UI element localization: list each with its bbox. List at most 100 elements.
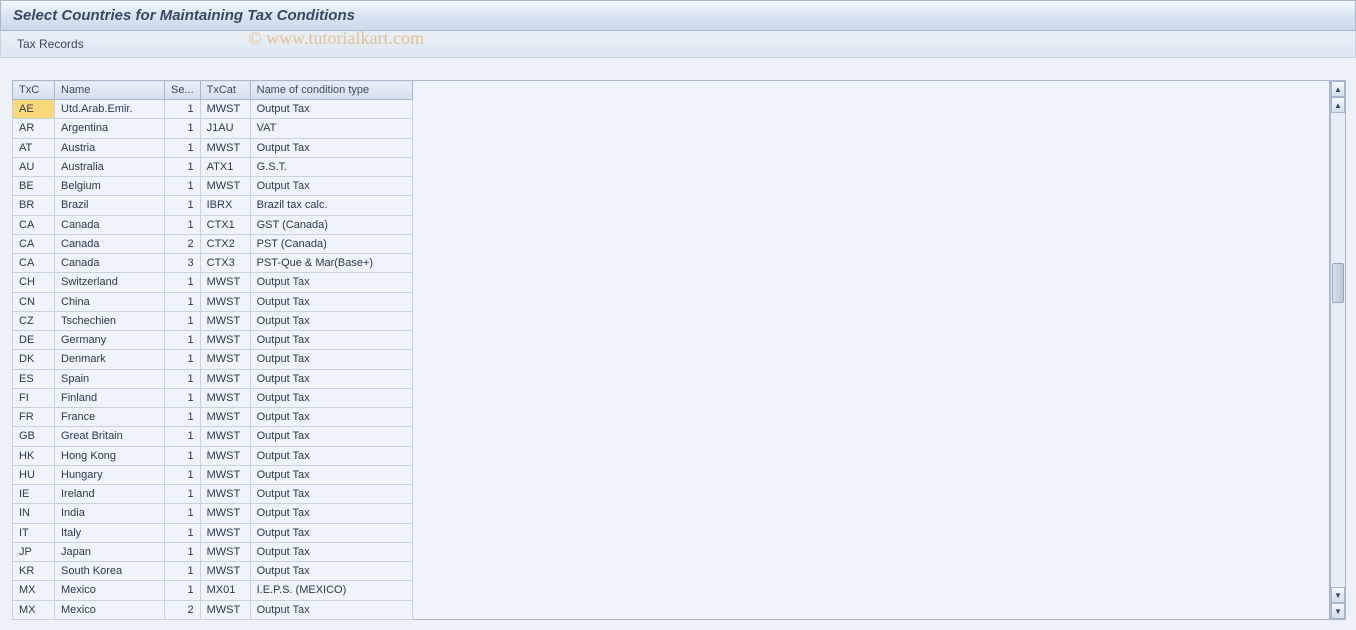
- cell-txc[interactable]: BE: [13, 177, 55, 196]
- cell-txc[interactable]: JP: [13, 542, 55, 561]
- cell-se[interactable]: 1: [165, 542, 201, 561]
- table-row[interactable]: MXMexico2MWSTOutput Tax: [13, 600, 413, 620]
- cell-txcat[interactable]: CTX1: [200, 215, 250, 234]
- cell-se[interactable]: 1: [165, 388, 201, 407]
- cell-txcat[interactable]: MWST: [200, 138, 250, 157]
- table-row[interactable]: FIFinland1MWSTOutput Tax: [13, 388, 413, 407]
- cell-txc[interactable]: IN: [13, 504, 55, 523]
- table-row[interactable]: KRSouth Korea1MWSTOutput Tax: [13, 562, 413, 581]
- cell-se[interactable]: 1: [165, 100, 201, 119]
- scroll-down-button-2[interactable]: ▼: [1331, 587, 1345, 603]
- cell-condname[interactable]: Output Tax: [250, 311, 412, 330]
- cell-condname[interactable]: Output Tax: [250, 100, 412, 119]
- cell-txc[interactable]: FR: [13, 408, 55, 427]
- table-row[interactable]: BRBrazil1IBRXBrazil tax calc.: [13, 196, 413, 215]
- cell-txc[interactable]: HK: [13, 446, 55, 465]
- cell-name[interactable]: Hungary: [55, 465, 165, 484]
- cell-se[interactable]: 1: [165, 331, 201, 350]
- cell-txcat[interactable]: MWST: [200, 350, 250, 369]
- cell-txcat[interactable]: MWST: [200, 562, 250, 581]
- cell-txc[interactable]: BR: [13, 196, 55, 215]
- cell-txc[interactable]: IE: [13, 485, 55, 504]
- cell-name[interactable]: Tschechien: [55, 311, 165, 330]
- cell-condname[interactable]: Output Tax: [250, 177, 412, 196]
- cell-txc[interactable]: MX: [13, 600, 55, 620]
- cell-txcat[interactable]: MWST: [200, 600, 250, 620]
- table-row[interactable]: IEIreland1MWSTOutput Tax: [13, 485, 413, 504]
- cell-txcat[interactable]: MWST: [200, 427, 250, 446]
- cell-condname[interactable]: Output Tax: [250, 331, 412, 350]
- cell-se[interactable]: 1: [165, 350, 201, 369]
- cell-txc[interactable]: HU: [13, 465, 55, 484]
- cell-txc[interactable]: CN: [13, 292, 55, 311]
- col-header-se[interactable]: Se...: [165, 81, 201, 100]
- cell-condname[interactable]: Output Tax: [250, 504, 412, 523]
- cell-name[interactable]: Mexico: [55, 581, 165, 600]
- cell-txcat[interactable]: MWST: [200, 273, 250, 292]
- cell-name[interactable]: France: [55, 408, 165, 427]
- cell-name[interactable]: Mexico: [55, 600, 165, 620]
- cell-txc[interactable]: CZ: [13, 311, 55, 330]
- cell-txc[interactable]: CA: [13, 215, 55, 234]
- cell-se[interactable]: 1: [165, 408, 201, 427]
- cell-condname[interactable]: Output Tax: [250, 465, 412, 484]
- table-row[interactable]: ESSpain1MWSTOutput Tax: [13, 369, 413, 388]
- col-header-name[interactable]: Name: [55, 81, 165, 100]
- cell-txc[interactable]: CH: [13, 273, 55, 292]
- cell-condname[interactable]: VAT: [250, 119, 412, 138]
- table-row[interactable]: ITItaly1MWSTOutput Tax: [13, 523, 413, 542]
- table-row[interactable]: AUAustralia1ATX1G.S.T.: [13, 157, 413, 176]
- table-row[interactable]: DEGermany1MWSTOutput Tax: [13, 331, 413, 350]
- table-row[interactable]: ARArgentina1J1AUVAT: [13, 119, 413, 138]
- cell-name[interactable]: Argentina: [55, 119, 165, 138]
- cell-name[interactable]: Canada: [55, 215, 165, 234]
- scroll-down-button[interactable]: ▼: [1331, 603, 1345, 619]
- cell-txcat[interactable]: MWST: [200, 485, 250, 504]
- cell-condname[interactable]: GST (Canada): [250, 215, 412, 234]
- cell-txcat[interactable]: MWST: [200, 465, 250, 484]
- cell-txcat[interactable]: MWST: [200, 311, 250, 330]
- cell-txc[interactable]: ES: [13, 369, 55, 388]
- cell-txcat[interactable]: CTX3: [200, 254, 250, 273]
- table-row[interactable]: CZTschechien1MWSTOutput Tax: [13, 311, 413, 330]
- scroll-thumb[interactable]: [1332, 263, 1344, 303]
- cell-condname[interactable]: Brazil tax calc.: [250, 196, 412, 215]
- cell-condname[interactable]: Output Tax: [250, 446, 412, 465]
- cell-condname[interactable]: Output Tax: [250, 427, 412, 446]
- cell-name[interactable]: Utd.Arab.Emir.: [55, 100, 165, 119]
- cell-name[interactable]: Brazil: [55, 196, 165, 215]
- cell-se[interactable]: 2: [165, 600, 201, 620]
- cell-txcat[interactable]: ATX1: [200, 157, 250, 176]
- cell-name[interactable]: India: [55, 504, 165, 523]
- cell-txc[interactable]: AR: [13, 119, 55, 138]
- cell-se[interactable]: 1: [165, 215, 201, 234]
- cell-se[interactable]: 1: [165, 485, 201, 504]
- cell-txcat[interactable]: MWST: [200, 446, 250, 465]
- cell-txc[interactable]: CA: [13, 234, 55, 253]
- table-row[interactable]: DKDenmark1MWSTOutput Tax: [13, 350, 413, 369]
- cell-txcat[interactable]: IBRX: [200, 196, 250, 215]
- table-row[interactable]: GBGreat Britain1MWSTOutput Tax: [13, 427, 413, 446]
- cell-condname[interactable]: Output Tax: [250, 369, 412, 388]
- cell-txcat[interactable]: J1AU: [200, 119, 250, 138]
- cell-se[interactable]: 1: [165, 562, 201, 581]
- cell-txcat[interactable]: MWST: [200, 331, 250, 350]
- cell-txcat[interactable]: MWST: [200, 369, 250, 388]
- cell-condname[interactable]: Output Tax: [250, 485, 412, 504]
- cell-se[interactable]: 1: [165, 523, 201, 542]
- table-row[interactable]: BEBelgium1MWSTOutput Tax: [13, 177, 413, 196]
- cell-se[interactable]: 1: [165, 138, 201, 157]
- table-row[interactable]: FRFrance1MWSTOutput Tax: [13, 408, 413, 427]
- table-row[interactable]: MXMexico1MX01I.E.P.S. (MEXICO): [13, 581, 413, 600]
- cell-txc[interactable]: DK: [13, 350, 55, 369]
- cell-txcat[interactable]: MWST: [200, 388, 250, 407]
- table-row[interactable]: CNChina1MWSTOutput Tax: [13, 292, 413, 311]
- cell-se[interactable]: 1: [165, 157, 201, 176]
- cell-name[interactable]: Germany: [55, 331, 165, 350]
- col-header-txcat[interactable]: TxCat: [200, 81, 250, 100]
- cell-name[interactable]: Hong Kong: [55, 446, 165, 465]
- scroll-up-button[interactable]: ▲: [1331, 81, 1345, 97]
- cell-name[interactable]: Italy: [55, 523, 165, 542]
- cell-name[interactable]: Austria: [55, 138, 165, 157]
- cell-txcat[interactable]: CTX2: [200, 234, 250, 253]
